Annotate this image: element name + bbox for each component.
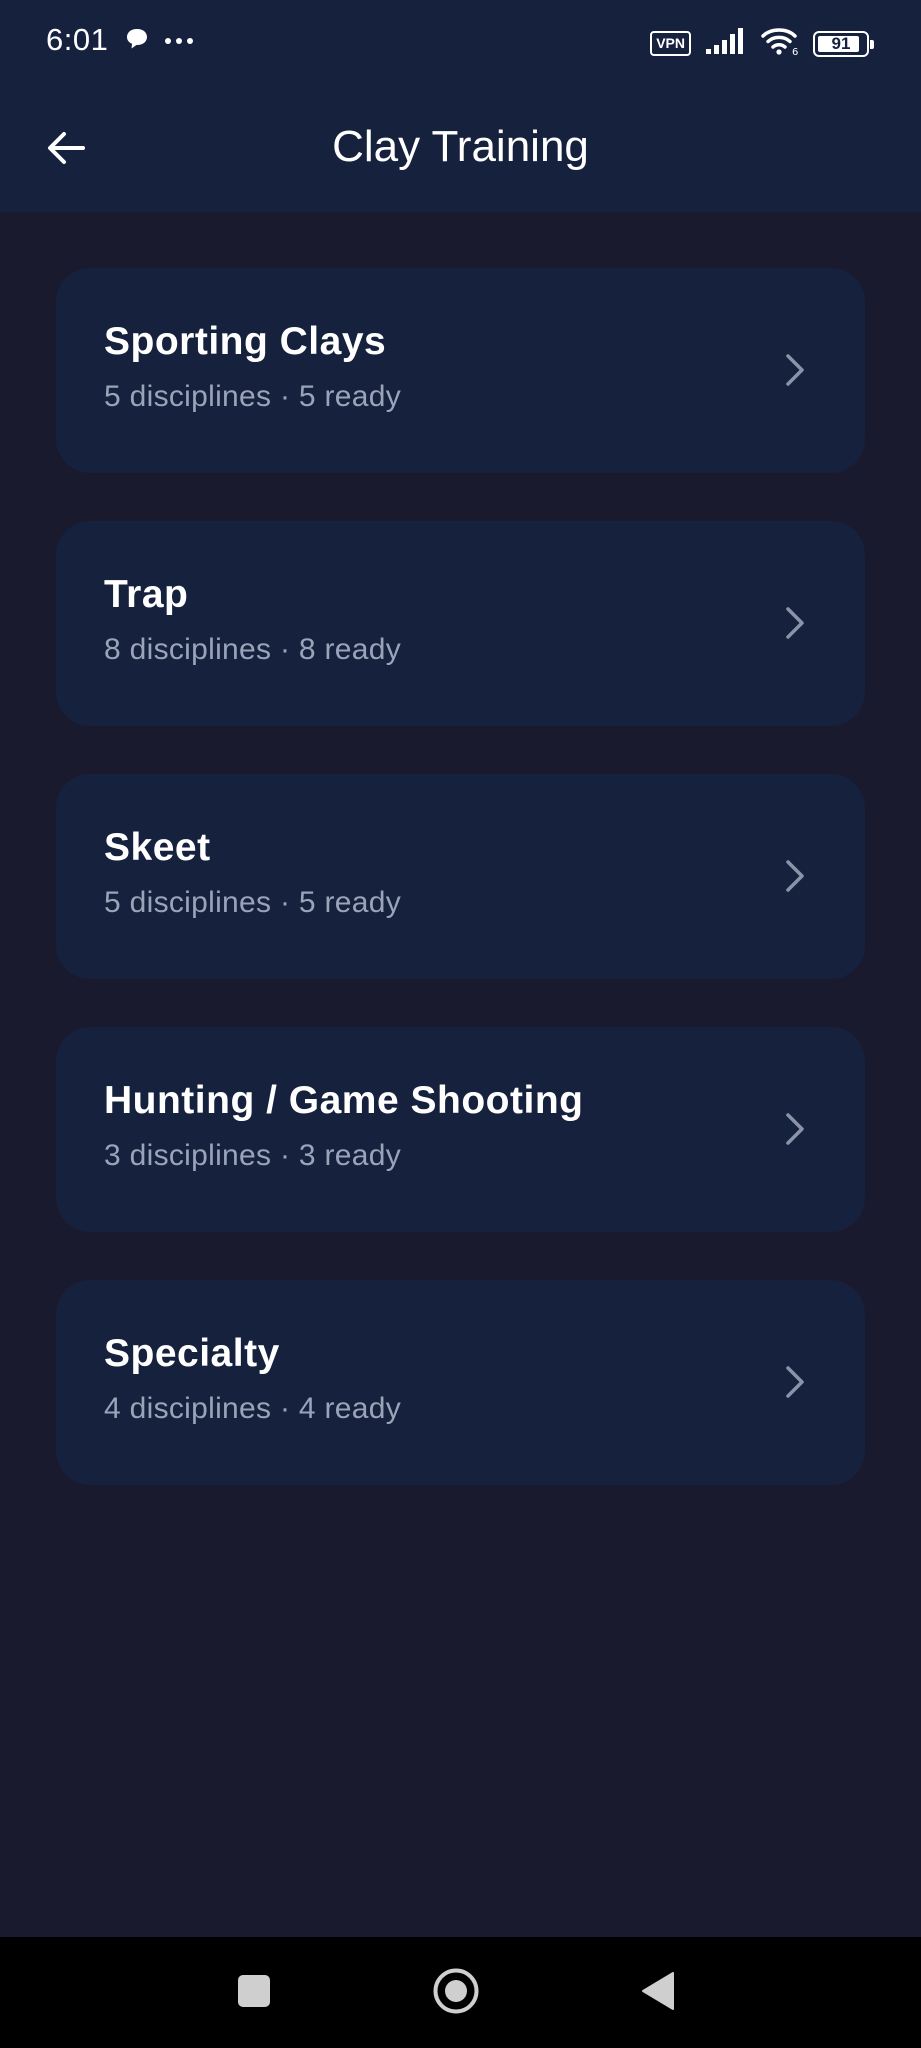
- status-right-icons: VPN 6 91: [650, 26, 874, 61]
- category-subtitle: 5 disciplines · 5 ready: [104, 380, 402, 413]
- svg-text:6: 6: [792, 47, 798, 56]
- more-dots-icon: [164, 33, 194, 51]
- battery-level: 91: [831, 33, 851, 53]
- category-title: Skeet: [104, 826, 211, 869]
- chat-bubble-icon: [124, 26, 150, 57]
- category-subtitle: 4 disciplines · 4 ready: [104, 1392, 402, 1425]
- category-title: Trap: [104, 573, 189, 616]
- chevron-right-icon: [773, 348, 817, 392]
- status-left-icons: [124, 26, 194, 57]
- category-card-hunting-game-shooting[interactable]: Hunting / Game Shooting 3 disciplines · …: [56, 1027, 865, 1232]
- vpn-icon: VPN: [650, 31, 691, 56]
- battery-cap: [870, 39, 874, 49]
- system-back-button[interactable]: [630, 1965, 686, 2021]
- category-subtitle: 3 disciplines · 3 ready: [104, 1139, 402, 1172]
- category-subtitle: 8 disciplines · 8 ready: [104, 633, 402, 666]
- category-subtitle: 5 disciplines · 5 ready: [104, 886, 402, 919]
- screen: 6:01 VPN 6 91 Clay Training Sporting Cla…: [0, 0, 921, 2048]
- page-title: Clay Training: [332, 122, 589, 171]
- chevron-right-icon: [773, 1107, 817, 1151]
- category-card-skeet[interactable]: Skeet 5 disciplines · 5 ready: [56, 774, 865, 979]
- recents-square-icon: [237, 1974, 271, 2013]
- system-nav-bar: [0, 1937, 921, 2048]
- status-time: 6:01: [46, 22, 109, 57]
- recents-button[interactable]: [226, 1965, 282, 2021]
- chevron-right-icon: [773, 854, 817, 898]
- back-triangle-icon: [640, 1971, 676, 2016]
- battery-icon: 91: [813, 30, 874, 57]
- signal-icon: [705, 27, 747, 60]
- category-card-specialty[interactable]: Specialty 4 disciplines · 4 ready: [56, 1280, 865, 1485]
- app-bar: Clay Training: [0, 88, 921, 212]
- category-card-trap[interactable]: Trap 8 disciplines · 8 ready: [56, 521, 865, 726]
- status-bar: 6:01 VPN 6 91: [0, 0, 921, 88]
- category-title: Hunting / Game Shooting: [104, 1079, 584, 1122]
- category-list: Sporting Clays 5 disciplines · 5 ready T…: [56, 268, 865, 1485]
- chevron-right-icon: [773, 601, 817, 645]
- category-card-sporting-clays[interactable]: Sporting Clays 5 disciplines · 5 ready: [56, 268, 865, 473]
- category-title: Sporting Clays: [104, 320, 387, 363]
- chevron-right-icon: [773, 1360, 817, 1404]
- content: Sporting Clays 5 disciplines · 5 ready T…: [0, 212, 921, 1937]
- category-title: Specialty: [104, 1332, 280, 1375]
- home-circle-icon: [432, 1967, 480, 2020]
- wifi-icon: 6: [761, 26, 799, 61]
- home-button[interactable]: [428, 1965, 484, 2021]
